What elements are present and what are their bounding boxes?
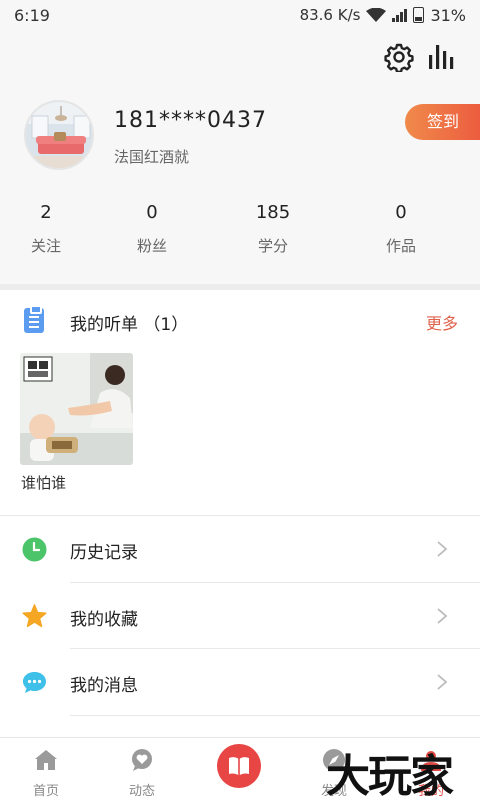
menu-item-messages[interactable]: 我的消息 (0, 649, 480, 715)
battery-level: 31% (430, 5, 466, 25)
stats-bars-icon[interactable] (427, 43, 455, 71)
network-speed: 83.6 K/s (299, 6, 361, 24)
album-title[interactable]: 谁怕谁 (21, 472, 66, 493)
user-phone: 181****0437 (114, 108, 267, 133)
stat-value: 2 (40, 202, 52, 223)
heart-bubble-icon (132, 749, 152, 771)
stat-label: 学分 (257, 237, 288, 255)
tab-label: 动态 (128, 784, 155, 799)
menu-label: 我的收藏 (70, 610, 138, 630)
stat-label: 关注 (30, 237, 61, 255)
stat-credits[interactable]: 185 学分 (213, 200, 333, 260)
stat-fans[interactable]: 0 粉丝 (92, 200, 212, 260)
stat-value: 185 (255, 202, 291, 223)
playlist-title: 我的听单 （1） (70, 315, 189, 335)
signal-icon (392, 8, 408, 22)
gear-icon[interactable] (384, 42, 414, 72)
menu-item-history[interactable]: 历史记录 (0, 516, 480, 582)
chevron-right-icon (437, 674, 448, 690)
tab-label: 首页 (32, 784, 59, 799)
tab-home[interactable]: 首页 (11, 738, 81, 800)
user-nickname: 法国红酒就 (114, 148, 190, 166)
home-icon (35, 750, 57, 770)
stat-label: 粉丝 (136, 237, 167, 255)
status-time: 6:19 (14, 5, 50, 25)
avatar[interactable] (24, 100, 94, 170)
battery-icon (413, 7, 425, 23)
playlist-header: 我的听单 （1） 更多 (0, 290, 480, 350)
stat-value: 0 (146, 202, 158, 223)
stats-row: 2 关注 0 粉丝 185 学分 0 作品 (0, 200, 480, 260)
watermark-logo: 大玩家 (326, 751, 454, 800)
status-bar: 6:19 83.6 K/s 31% (0, 0, 480, 30)
center-play-button[interactable] (217, 744, 261, 788)
profile-card: 181****0437 法国红酒就 签到 2 关注 0 粉丝 185 学分 0 … (0, 86, 480, 284)
divider (70, 715, 480, 716)
star-icon (22, 604, 47, 628)
checkin-button[interactable]: 签到 (405, 104, 480, 140)
menu-label: 我的消息 (70, 676, 138, 696)
menu-item-favorites[interactable]: 我的收藏 (0, 583, 480, 649)
top-bar (0, 30, 480, 86)
chevron-right-icon (437, 608, 448, 624)
wifi-icon (366, 8, 387, 22)
stat-following[interactable]: 2 关注 (0, 200, 106, 260)
chevron-right-icon (437, 541, 448, 557)
menu-label: 历史记录 (70, 543, 138, 563)
tab-feed[interactable]: 动态 (107, 738, 177, 800)
more-link[interactable]: 更多 (426, 310, 458, 334)
chat-bubble-icon (23, 672, 46, 693)
stat-label: 作品 (385, 237, 416, 255)
clock-icon (22, 537, 47, 562)
book-icon (229, 757, 249, 775)
stat-works[interactable]: 0 作品 (341, 200, 461, 260)
album-cover[interactable] (20, 353, 133, 465)
stat-value: 0 (395, 202, 407, 223)
clipboard-icon (24, 305, 44, 333)
